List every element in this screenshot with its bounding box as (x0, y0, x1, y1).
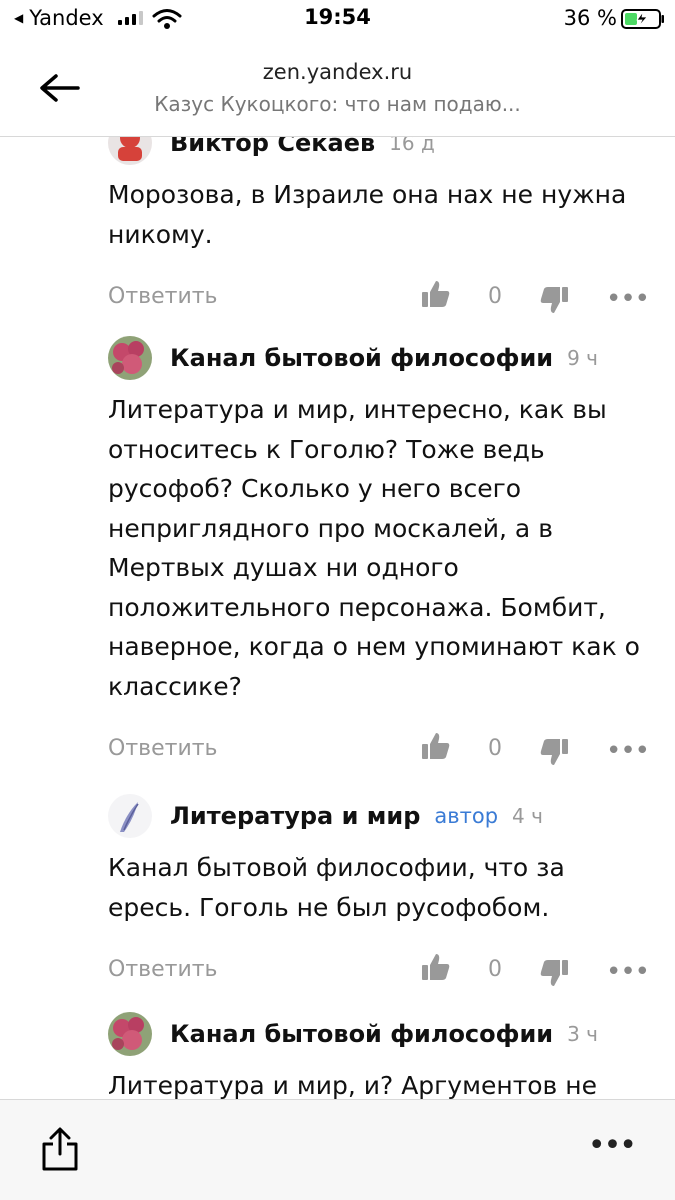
comment-text: Литература и мир, интересно, как вы отно… (108, 395, 640, 701)
browser-header: zen.yandex.ru Казус Кукоцкого: что нам п… (0, 40, 675, 137)
comment-text: Канал бытовой философии, что за ересь. Г… (108, 853, 565, 922)
battery-charging-icon (621, 9, 664, 29)
comment-time: 16 д (389, 137, 435, 155)
page-title: Казус Кукоцкого: что нам подаю... (154, 92, 521, 116)
more-horizontal-icon[interactable]: ••• (588, 1128, 637, 1163)
reply-button[interactable]: Ответить (108, 957, 218, 982)
avatar[interactable] (108, 137, 152, 165)
comment-time: 3 ч (567, 1022, 598, 1046)
reply-button[interactable]: Ответить (108, 284, 218, 309)
avatar[interactable] (108, 794, 152, 838)
thumbs-down-icon[interactable] (538, 736, 570, 768)
status-bar: ◀ Yandex 19:54 36 % (0, 0, 675, 40)
bottom-toolbar: ••• (0, 1099, 675, 1200)
like-count: 0 (488, 957, 502, 982)
comment-text: Литература и мир, и? Аргументов не (108, 1071, 597, 1099)
comment-time: 9 ч (567, 346, 598, 370)
thumbs-up-icon[interactable] (420, 278, 452, 310)
author-badge: автор (434, 804, 499, 828)
thumbs-up-icon[interactable] (420, 730, 452, 762)
like-count: 0 (488, 736, 502, 761)
comment-time: 4 ч (512, 804, 543, 828)
reply-button[interactable]: Ответить (108, 736, 218, 761)
comment-author[interactable]: Виктор Секаев (170, 137, 375, 157)
thumbs-up-icon[interactable] (420, 951, 452, 983)
comment-item: Литература и мир автор 4 ч Канал бытовой… (108, 794, 650, 989)
comment-text: Морозова, в Израиле она нах не нужна ник… (108, 180, 627, 249)
page-domain: zen.yandex.ru (262, 60, 413, 84)
comment-author[interactable]: Литература и мир (170, 802, 420, 830)
comment-author[interactable]: Канал бытовой философии (170, 344, 553, 372)
comments-feed: Виктор Секаев 16 д Морозова, в Израиле о… (0, 137, 675, 1099)
comment-actions: Ответить 0 ••• (108, 949, 650, 989)
thumbs-down-icon[interactable] (538, 284, 570, 316)
share-icon[interactable] (38, 1126, 82, 1172)
comment-author[interactable]: Канал бытовой философии (170, 1020, 553, 1048)
like-count: 0 (488, 284, 502, 309)
comment-item: Виктор Секаев 16 д Морозова, в Израиле о… (108, 137, 650, 316)
more-horizontal-icon[interactable]: ••• (606, 284, 650, 314)
comment-item: Канал бытовой философии 3 ч Литература и… (108, 1012, 645, 1099)
screen: ◀ Yandex 19:54 36 % zen.yandex.ru Казус … (0, 0, 675, 1200)
comment-item: Канал бытовой философии 9 ч Литература и… (108, 336, 650, 768)
avatar[interactable] (108, 1012, 152, 1056)
avatar[interactable] (108, 336, 152, 380)
more-horizontal-icon[interactable]: ••• (606, 736, 650, 766)
thumbs-down-icon[interactable] (538, 957, 570, 989)
comment-actions: Ответить 0 ••• (108, 728, 650, 768)
comment-actions: Ответить 0 ••• (108, 276, 650, 316)
battery-percent: 36 % (563, 6, 617, 30)
more-horizontal-icon[interactable]: ••• (606, 957, 650, 987)
